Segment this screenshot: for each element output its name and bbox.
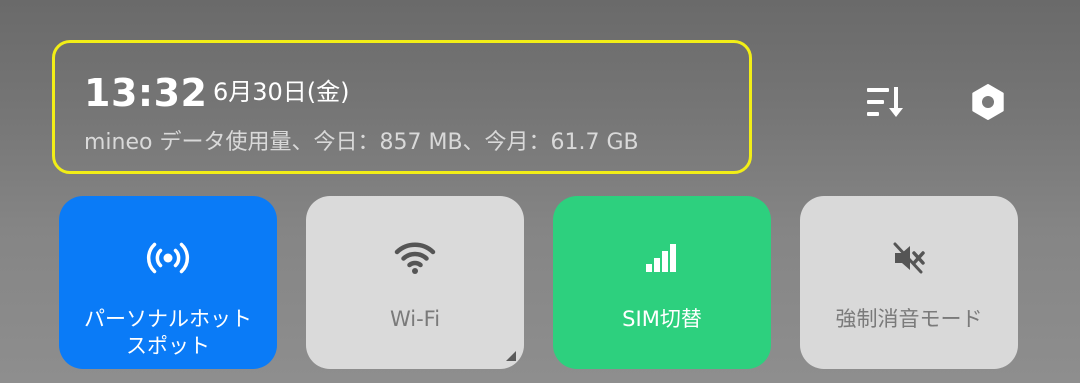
sim-switch-tile[interactable]: SIM切替 bbox=[553, 196, 771, 369]
data-usage-text[interactable]: mineo データ使用量、今日：857 MB、今月：61.7 GB bbox=[84, 128, 639, 158]
mute-icon bbox=[887, 236, 931, 280]
hotspot-label: パーソナルホット スポット bbox=[84, 307, 252, 358]
hotspot-tile[interactable]: パーソナルホット スポット bbox=[59, 196, 277, 369]
settings-icon[interactable] bbox=[964, 78, 1012, 126]
hotspot-icon bbox=[146, 236, 190, 280]
clock-time: 13:32 bbox=[84, 71, 208, 115]
signal-bars-icon bbox=[640, 236, 684, 280]
wifi-icon bbox=[393, 236, 437, 280]
wifi-tile[interactable]: Wi-Fi bbox=[306, 196, 524, 369]
sort-list-icon[interactable] bbox=[861, 78, 909, 126]
date-label: 6月30日(金) bbox=[213, 78, 350, 106]
silent-mode-label: 強制消音モード bbox=[835, 307, 983, 331]
silent-mode-tile[interactable]: 強制消音モード bbox=[800, 196, 1018, 369]
expand-corner-icon bbox=[506, 351, 516, 361]
sim-switch-label: SIM切替 bbox=[622, 307, 702, 331]
wifi-label: Wi-Fi bbox=[389, 307, 441, 331]
